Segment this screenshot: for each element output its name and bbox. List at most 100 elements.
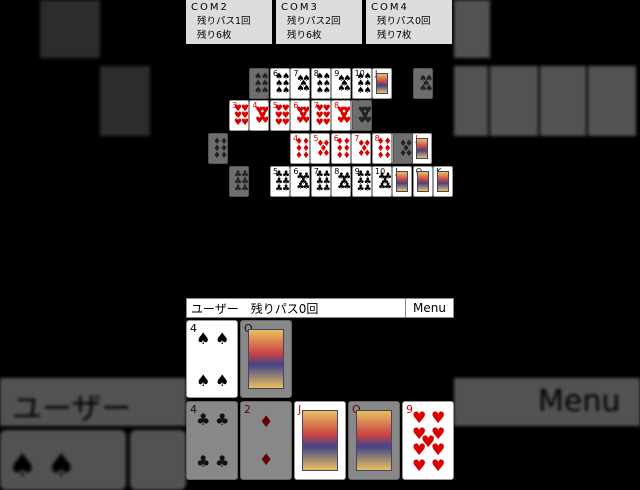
face-card-art [248, 329, 284, 389]
board-card: J [412, 133, 433, 164]
club-icon: ♣ [322, 184, 331, 194]
diamond-icon: ♦ [259, 412, 274, 431]
bg-card [454, 66, 488, 136]
bg-card [40, 0, 100, 58]
diamond-icon: ♦ [360, 144, 369, 154]
board-card: J [392, 166, 413, 197]
hand-card[interactable]: 4 ♠ ♠ ♠ ♠ [186, 320, 238, 398]
board-card: 6 ♦ ♦ ♦ ♦ ♦ ♦ [330, 133, 351, 164]
com4-passes: 残りパス0回 [377, 16, 431, 27]
board-card: ♣ ♣ ♣ ♣ ♣ ♣ [229, 166, 249, 197]
board-card: 9 ♣ ♣ ♣ ♣ ♣ ♣ [351, 166, 372, 197]
hand-card[interactable]: Q [240, 320, 292, 398]
spade-icon: ♠ [422, 79, 431, 89]
board-card: 3 ♥ ♥ ♥ ♥ ♥ ♥ [229, 100, 249, 131]
spade-icon: ♠ [322, 86, 331, 96]
com4-name: COM4 [371, 2, 409, 13]
club-icon: ♣ [381, 177, 390, 187]
face-card-art [376, 73, 388, 94]
hand-card[interactable]: J [294, 401, 346, 480]
board-card: 7 ♠ ♠ ♠ ♠ ♠ [290, 68, 311, 99]
board-card: 6 ♠ ♠ ♠ ♠ ♠ ♠ [270, 68, 290, 99]
diamond-icon: ♦ [220, 151, 228, 161]
bg-card [490, 66, 538, 136]
diamond-icon: ♦ [383, 151, 392, 161]
board-card: 4 ♥ ♥ ♥ ♥ ♥ [249, 100, 270, 131]
heart-icon: ♥ [322, 118, 331, 128]
hand-card[interactable]: 2 ♦ ♦ [240, 401, 292, 480]
face-card-art [437, 171, 450, 192]
com4-cards: 残り7枚 [377, 30, 412, 41]
spade-icon: ♠ [299, 79, 308, 89]
board-card: 8 ♦ ♦ ♦ ♦ ♦ ♦ [371, 133, 392, 164]
board-card: 10 ♠ ♠ ♠ ♠ ♠ ♠ [351, 68, 372, 99]
spade-icon: ♠ [340, 79, 349, 89]
bg-card: ♠ ♠ [0, 430, 126, 490]
hand-card[interactable]: Q [348, 401, 400, 480]
bg-card [588, 66, 636, 136]
club-icon: ♣ [282, 184, 290, 194]
menu-button[interactable]: Menu [405, 299, 453, 317]
bg-menu-label: Menu [538, 384, 621, 419]
bg-user-bar: ユーザー [0, 378, 186, 427]
board-card: ♦ ♦ ♦ ♦ ♦ ♦ [208, 133, 228, 164]
board-card: 7 ♦ ♦ ♦ ♦ ♦ [351, 133, 372, 164]
heart-icon: ♥ [281, 118, 290, 128]
board-card: 10 ♣ ♣ ♣ ♣ ♣ [372, 166, 392, 197]
diamond-icon: ♦ [402, 144, 411, 154]
heart-icon: ♥ [340, 111, 349, 121]
bg-menu: Menu [454, 378, 640, 426]
com3-panel: COM3 残りパス2回 残り6枚 [276, 0, 362, 44]
bg-card [540, 66, 586, 136]
board-card: 8 ♣ ♣ ♣ ♣ ♣ [331, 166, 352, 197]
heart-icon: ♥ [241, 118, 249, 128]
spade-icon: ♠ [261, 86, 269, 96]
com4-panel: COM4 残りパス0回 残り7枚 [366, 0, 452, 44]
heart-icon: ♥ [412, 456, 427, 475]
heart-icon: ♥ [258, 111, 267, 121]
board-card: 8 ♠ ♠ ♠ ♠ ♠ ♠ [310, 68, 331, 99]
board-card: 5 ♦ ♦ ♦ ♦ ♦ [310, 133, 331, 164]
com3-name: COM3 [281, 2, 319, 13]
face-card-art [416, 171, 429, 192]
club-icon: ♣ [363, 184, 372, 194]
board-card: J [372, 68, 392, 99]
board-card: ♥ ♥ ♥ ♥ ♥ [352, 100, 372, 131]
diamond-icon: ♦ [342, 151, 351, 161]
face-card-art [416, 138, 429, 159]
spade-icon: ♠ [215, 329, 230, 348]
board-card: 9 ♠ ♠ ♠ ♠ ♠ [331, 68, 352, 99]
spade-icon: ♠ [215, 371, 230, 390]
bg-user-label: ユーザー [12, 392, 132, 427]
board-card: 5 ♥ ♥ ♥ ♥ ♥ ♥ [269, 100, 290, 131]
board-card: 7 ♣ ♣ ♣ ♣ ♣ ♣ [310, 166, 331, 197]
bg-card [454, 0, 490, 58]
com3-cards: 残り6枚 [287, 30, 322, 41]
heart-icon: ♥ [431, 456, 446, 475]
board-card: Q [412, 166, 433, 197]
face-card-art [302, 410, 338, 471]
card-rank: 2 [244, 403, 251, 416]
face-card-art [396, 171, 409, 192]
club-icon: ♣ [215, 452, 230, 471]
card-rank: J [298, 403, 302, 416]
board-card: ♠ ♠ ♠ ♠ ♠ ♠ [249, 68, 269, 99]
com2-name: COM2 [191, 2, 229, 13]
bg-card [130, 430, 186, 490]
board-card: 6 ♣ ♣ ♣ ♣ ♣ [290, 166, 311, 197]
spade-icon: ♠ [196, 329, 211, 348]
club-icon: ♣ [241, 184, 249, 194]
heart-icon: ♥ [361, 111, 370, 121]
diamond-icon: ♦ [302, 151, 310, 161]
com2-passes: 残りパス1回 [197, 16, 251, 27]
board-card: K [433, 166, 454, 197]
hand-card[interactable]: 4 ♣ ♣ ♣ ♣ [186, 401, 238, 480]
face-card-art [356, 410, 392, 471]
com2-cards: 残り6枚 [197, 30, 232, 41]
hand-card[interactable]: 9 ♥ ♥ ♥ ♥ ♥ ♥ ♥ ♥ ♥ [402, 401, 454, 480]
board-card: 6 ♥ ♥ ♥ ♥ ♥ [290, 100, 311, 131]
spade-icon: ♠ [196, 371, 211, 390]
user-status-label: ユーザー 残りパス0回 [191, 301, 319, 316]
heart-icon: ♥ [299, 111, 308, 121]
board-card: ♦ ♦ ♦ ♦ ♦ [393, 133, 413, 164]
